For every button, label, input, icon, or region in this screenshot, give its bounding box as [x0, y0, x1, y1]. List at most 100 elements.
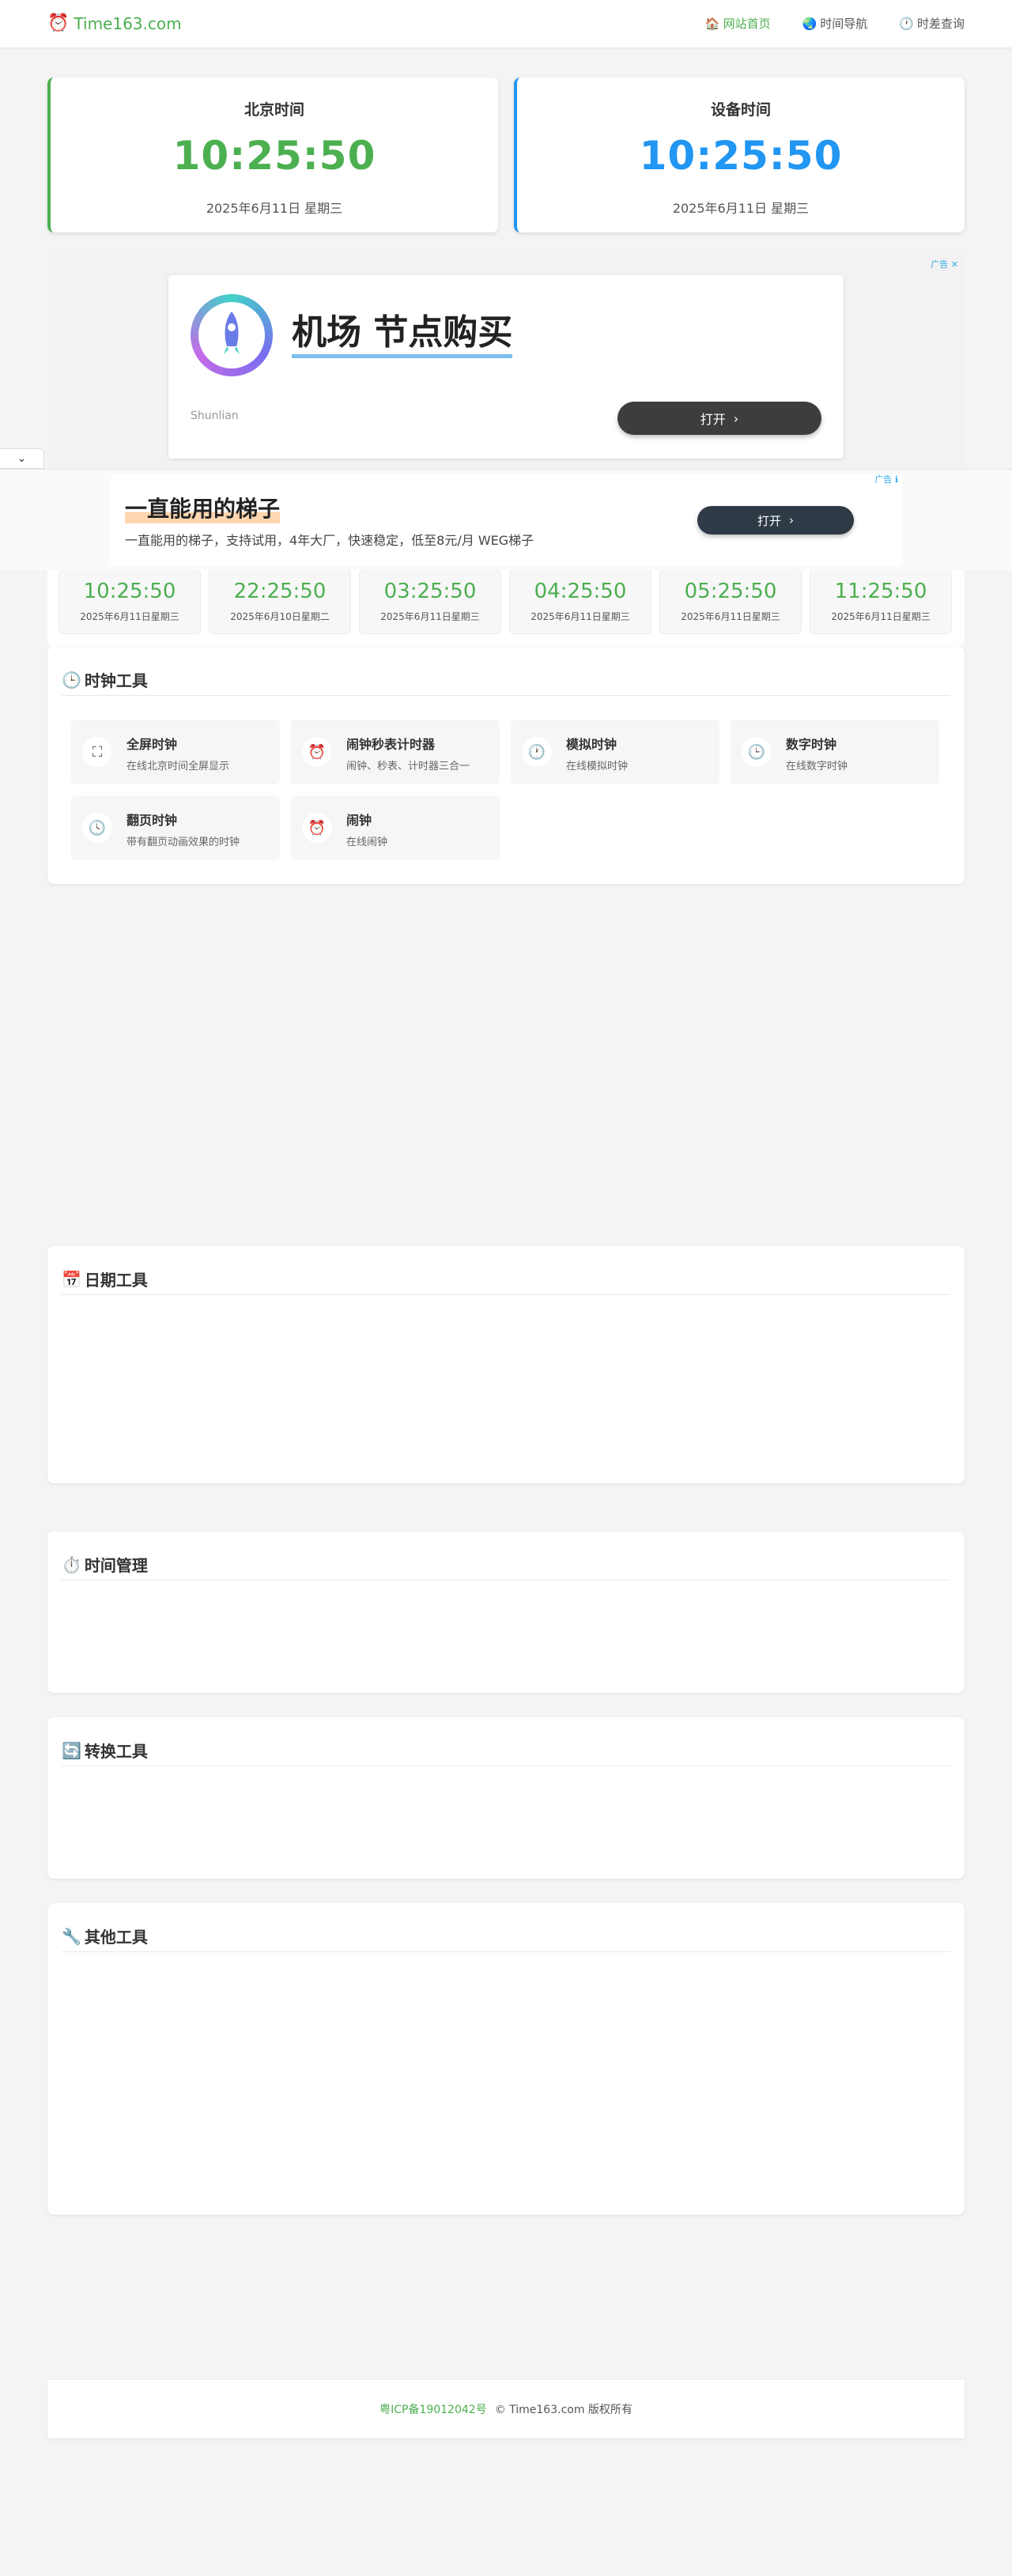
tool-description: 在线北京时间全屏显示: [126, 761, 230, 772]
world-clock-time: 05:25:50: [684, 580, 777, 603]
stopwatch-icon: ⏱️: [62, 1554, 81, 1574]
rocket-icon: [224, 312, 240, 354]
ad-brand: Shunlian: [191, 410, 239, 422]
section-header: ⏱️ 时间管理: [62, 1549, 950, 1581]
refresh-icon: 🔄: [62, 1740, 81, 1760]
sticky-ad-open-label: 打开: [757, 513, 781, 528]
alarm-clock-icon: ⏰: [302, 737, 332, 767]
tool-name: 数字时钟: [786, 737, 837, 752]
tool-name: 全屏时钟: [126, 737, 178, 752]
chevron-down-icon: ⌄: [17, 452, 27, 465]
nav-home-label: 网站首页: [723, 17, 771, 31]
site-footer: 粤ICP备19012042号 © Time163.com 版权所有: [47, 2380, 965, 2438]
clock-tools-section: 🕒 时钟工具 ⛶ 全屏时钟 在线北京时间全屏显示 ⏰ 闹钟秒表计时器 闹钟、秒表…: [47, 647, 965, 884]
beijing-date-value: 2025年6月11日 星期三: [206, 201, 343, 216]
site-logo[interactable]: ⏰ Time163.com: [47, 13, 182, 35]
nav-time-navigation-label: 时间导航: [820, 17, 868, 31]
collapse-ad-toggle[interactable]: ⌄: [0, 448, 44, 469]
main-nav: 🏠 网站首页 🌏 时间导航 🕐 时差查询: [705, 14, 965, 33]
alarm-clock-icon: ⏰: [302, 813, 332, 843]
world-clock-date: 2025年6月10日星期二: [230, 611, 330, 622]
section-title: 时钟工具: [84, 671, 148, 690]
ad-info-tag[interactable]: 广告 ℹ: [874, 473, 898, 485]
section-header: 🕒 时钟工具: [62, 664, 950, 696]
tool-description: 在线模拟时钟: [566, 761, 629, 772]
tool-name: 闹钟: [346, 813, 372, 828]
section-title: 日期工具: [84, 1271, 148, 1290]
device-time-value: 10:25:50: [639, 133, 843, 179]
nav-time-difference-label: 时差查询: [916, 17, 965, 31]
alarm-clock-icon: ⏰: [47, 13, 70, 33]
ad-open-label: 打开: [700, 412, 726, 427]
fullscreen-icon: ⛶: [82, 737, 112, 767]
world-clock-item: 03:25:50 2025年6月11日星期三: [359, 569, 501, 634]
tool-description: 在线数字时钟: [786, 761, 848, 772]
globe-icon: 🌏: [802, 17, 818, 31]
section-title: 转换工具: [84, 1742, 148, 1761]
clock-icon: 🕓: [82, 813, 112, 843]
world-clock-date: 2025年6月11日星期三: [80, 611, 179, 622]
world-clock-item: 11:25:50 2025年6月11日星期三: [810, 569, 952, 634]
clock-icon: 🕐: [522, 737, 552, 767]
ad-open-button[interactable]: 打开 ›: [617, 402, 821, 435]
tool-alarm-stopwatch-timer[interactable]: ⏰ 闹钟秒表计时器 闹钟、秒表、计时器三合一: [291, 720, 500, 784]
chevron-right-icon: ›: [733, 410, 739, 426]
beijing-time-label: 北京时间: [244, 101, 304, 119]
world-clock-time: 10:25:50: [83, 580, 176, 603]
date-tools-section: 📅 日期工具: [47, 1246, 965, 1483]
world-clock-date: 2025年6月11日星期三: [380, 611, 480, 622]
tool-name: 闹钟秒表计时器: [346, 737, 436, 752]
wrench-icon: 🔧: [62, 1926, 81, 1946]
house-icon: 🏠: [704, 17, 720, 31]
icp-link[interactable]: 粤ICP备19012042号: [380, 2401, 487, 2417]
tool-name: 翻页时钟: [126, 813, 178, 828]
tool-description: 带有翻页动画效果的时钟: [126, 837, 240, 848]
world-clock-item: 05:25:50 2025年6月11日星期三: [659, 569, 802, 634]
beijing-time-card: 北京时间 10:25:50 2025年6月11日 星期三: [47, 77, 498, 232]
tool-fullscreen-clock[interactable]: ⛶ 全屏时钟 在线北京时间全屏显示: [71, 720, 280, 784]
tool-alarm[interactable]: ⏰ 闹钟 在线闹钟: [291, 795, 500, 860]
world-clock-time: 11:25:50: [834, 580, 927, 603]
section-title: 时间管理: [84, 1556, 148, 1575]
ad-card[interactable]: 机场 节点购买 Shunlian 打开 ›: [168, 275, 844, 459]
device-time-card: 设备时间 10:25:50 2025年6月11日 星期三: [514, 77, 965, 232]
ad-title: 机场 节点购买: [292, 312, 513, 358]
ad-banner-top[interactable]: 广告 ✕ 机场 节点购买 Shunlian 打开 ›: [47, 255, 965, 466]
copyright-text: © Time163.com 版权所有: [494, 2404, 632, 2416]
tool-name: 模拟时钟: [566, 737, 617, 752]
sticky-ad-description: 一直能用的梯子，支持试用，4年大厂，快速稳定，低至8元/月 WEG梯子: [125, 533, 534, 548]
world-clock-date: 2025年6月11日星期三: [831, 611, 931, 622]
world-clock-time: 03:25:50: [383, 580, 477, 603]
world-clock-item: 22:25:50 2025年6月10日星期二: [209, 569, 351, 634]
world-clock-time: 04:25:50: [534, 580, 627, 603]
clock-icon: 🕐: [899, 17, 914, 31]
time-management-section: ⏱️ 时间管理: [47, 1532, 965, 1693]
other-tools-section: 🔧 其他工具: [47, 1903, 965, 2215]
sticky-ad-open-button[interactable]: 打开 ›: [697, 506, 854, 534]
tool-description: 闹钟、秒表、计时器三合一: [346, 761, 470, 772]
section-title: 其他工具: [84, 1928, 148, 1947]
ad-close-tag[interactable]: 广告 ✕: [931, 258, 958, 270]
clock-icon: 🕒: [742, 737, 772, 767]
nav-home[interactable]: 🏠 网站首页: [705, 14, 771, 33]
chevron-right-icon: ›: [789, 513, 794, 527]
world-clock-date: 2025年6月11日星期三: [531, 611, 630, 622]
device-date-value: 2025年6月11日 星期三: [672, 201, 810, 216]
convert-tools-section: 🔄 转换工具: [47, 1717, 965, 1879]
world-clock-item: 10:25:50 2025年6月11日星期三: [59, 569, 201, 634]
sticky-ad-title: 一直能用的梯子: [125, 495, 281, 523]
tool-flip-clock[interactable]: 🕓 翻页时钟 带有翻页动画效果的时钟: [71, 795, 280, 860]
section-header: 🔄 转换工具: [62, 1735, 950, 1766]
tool-description: 在线闹钟: [346, 837, 388, 848]
nav-time-navigation[interactable]: 🌏 时间导航: [802, 14, 868, 33]
world-clock-time: 22:25:50: [233, 580, 327, 603]
tool-digital-clock[interactable]: 🕒 数字时钟 在线数字时钟: [731, 720, 939, 784]
world-clock-date: 2025年6月11日星期三: [681, 611, 780, 622]
device-time-label: 设备时间: [710, 101, 771, 119]
sticky-ad-card[interactable]: 广告 ℹ 一直能用的梯子 一直能用的梯子，支持试用，4年大厂，快速稳定，低至8元…: [111, 474, 901, 566]
site-header: ⏰ Time163.com 🏠 网站首页 🌏 时间导航 🕐 时差查询: [0, 0, 1012, 47]
nav-time-difference[interactable]: 🕐 时差查询: [899, 14, 965, 33]
world-clock-item: 04:25:50 2025年6月11日星期三: [509, 569, 651, 634]
tool-analog-clock[interactable]: 🕐 模拟时钟 在线模拟时钟: [511, 720, 719, 784]
beijing-time-value: 10:25:50: [172, 133, 376, 179]
